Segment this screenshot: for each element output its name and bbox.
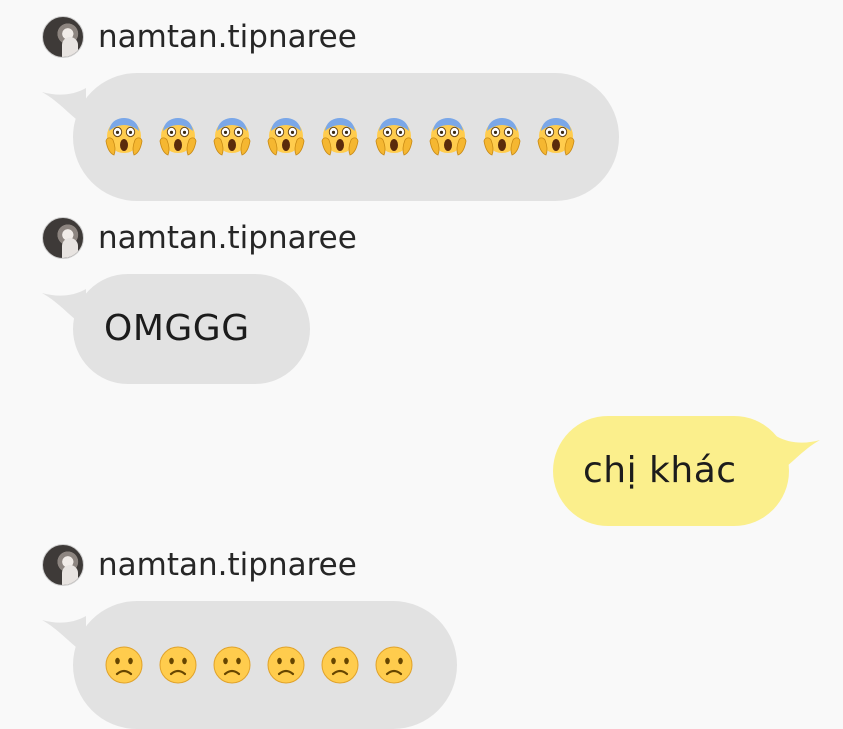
screaming-face-icon [536,117,576,157]
message-bubble[interactable] [73,601,457,729]
chat-thread: namtan.tipnaree namtan.tipnaree OMGGG ch… [0,0,843,729]
avatar[interactable] [42,16,84,58]
frowning-face-icon [266,645,306,685]
emoji-row [73,645,414,685]
message-bubble[interactable]: OMGGG [73,274,310,384]
message-sender[interactable]: namtan.tipnaree [42,544,357,586]
sender-name[interactable]: namtan.tipnaree [98,21,357,53]
screaming-face-icon [374,117,414,157]
sender-name[interactable]: namtan.tipnaree [98,549,357,581]
frowning-face-icon [158,645,198,685]
frowning-face-icon [104,645,144,685]
message-text: chị khác [583,450,737,491]
emoji-row [73,117,576,157]
screaming-face-icon [266,117,306,157]
message-bubble[interactable] [73,73,619,201]
screaming-face-icon [212,117,252,157]
message-sender[interactable]: namtan.tipnaree [42,16,357,58]
screaming-face-icon [158,117,198,157]
screaming-face-icon [104,117,144,157]
screaming-face-icon [428,117,468,157]
screaming-face-icon [482,117,522,157]
sender-name[interactable]: namtan.tipnaree [98,222,357,254]
message-sender[interactable]: namtan.tipnaree [42,217,357,259]
frowning-face-icon [212,645,252,685]
message-text: OMGGG [104,308,250,349]
screaming-face-icon [320,117,360,157]
message-bubble[interactable]: chị khác [553,416,789,526]
frowning-face-icon [320,645,360,685]
frowning-face-icon [374,645,414,685]
avatar[interactable] [42,217,84,259]
avatar[interactable] [42,544,84,586]
